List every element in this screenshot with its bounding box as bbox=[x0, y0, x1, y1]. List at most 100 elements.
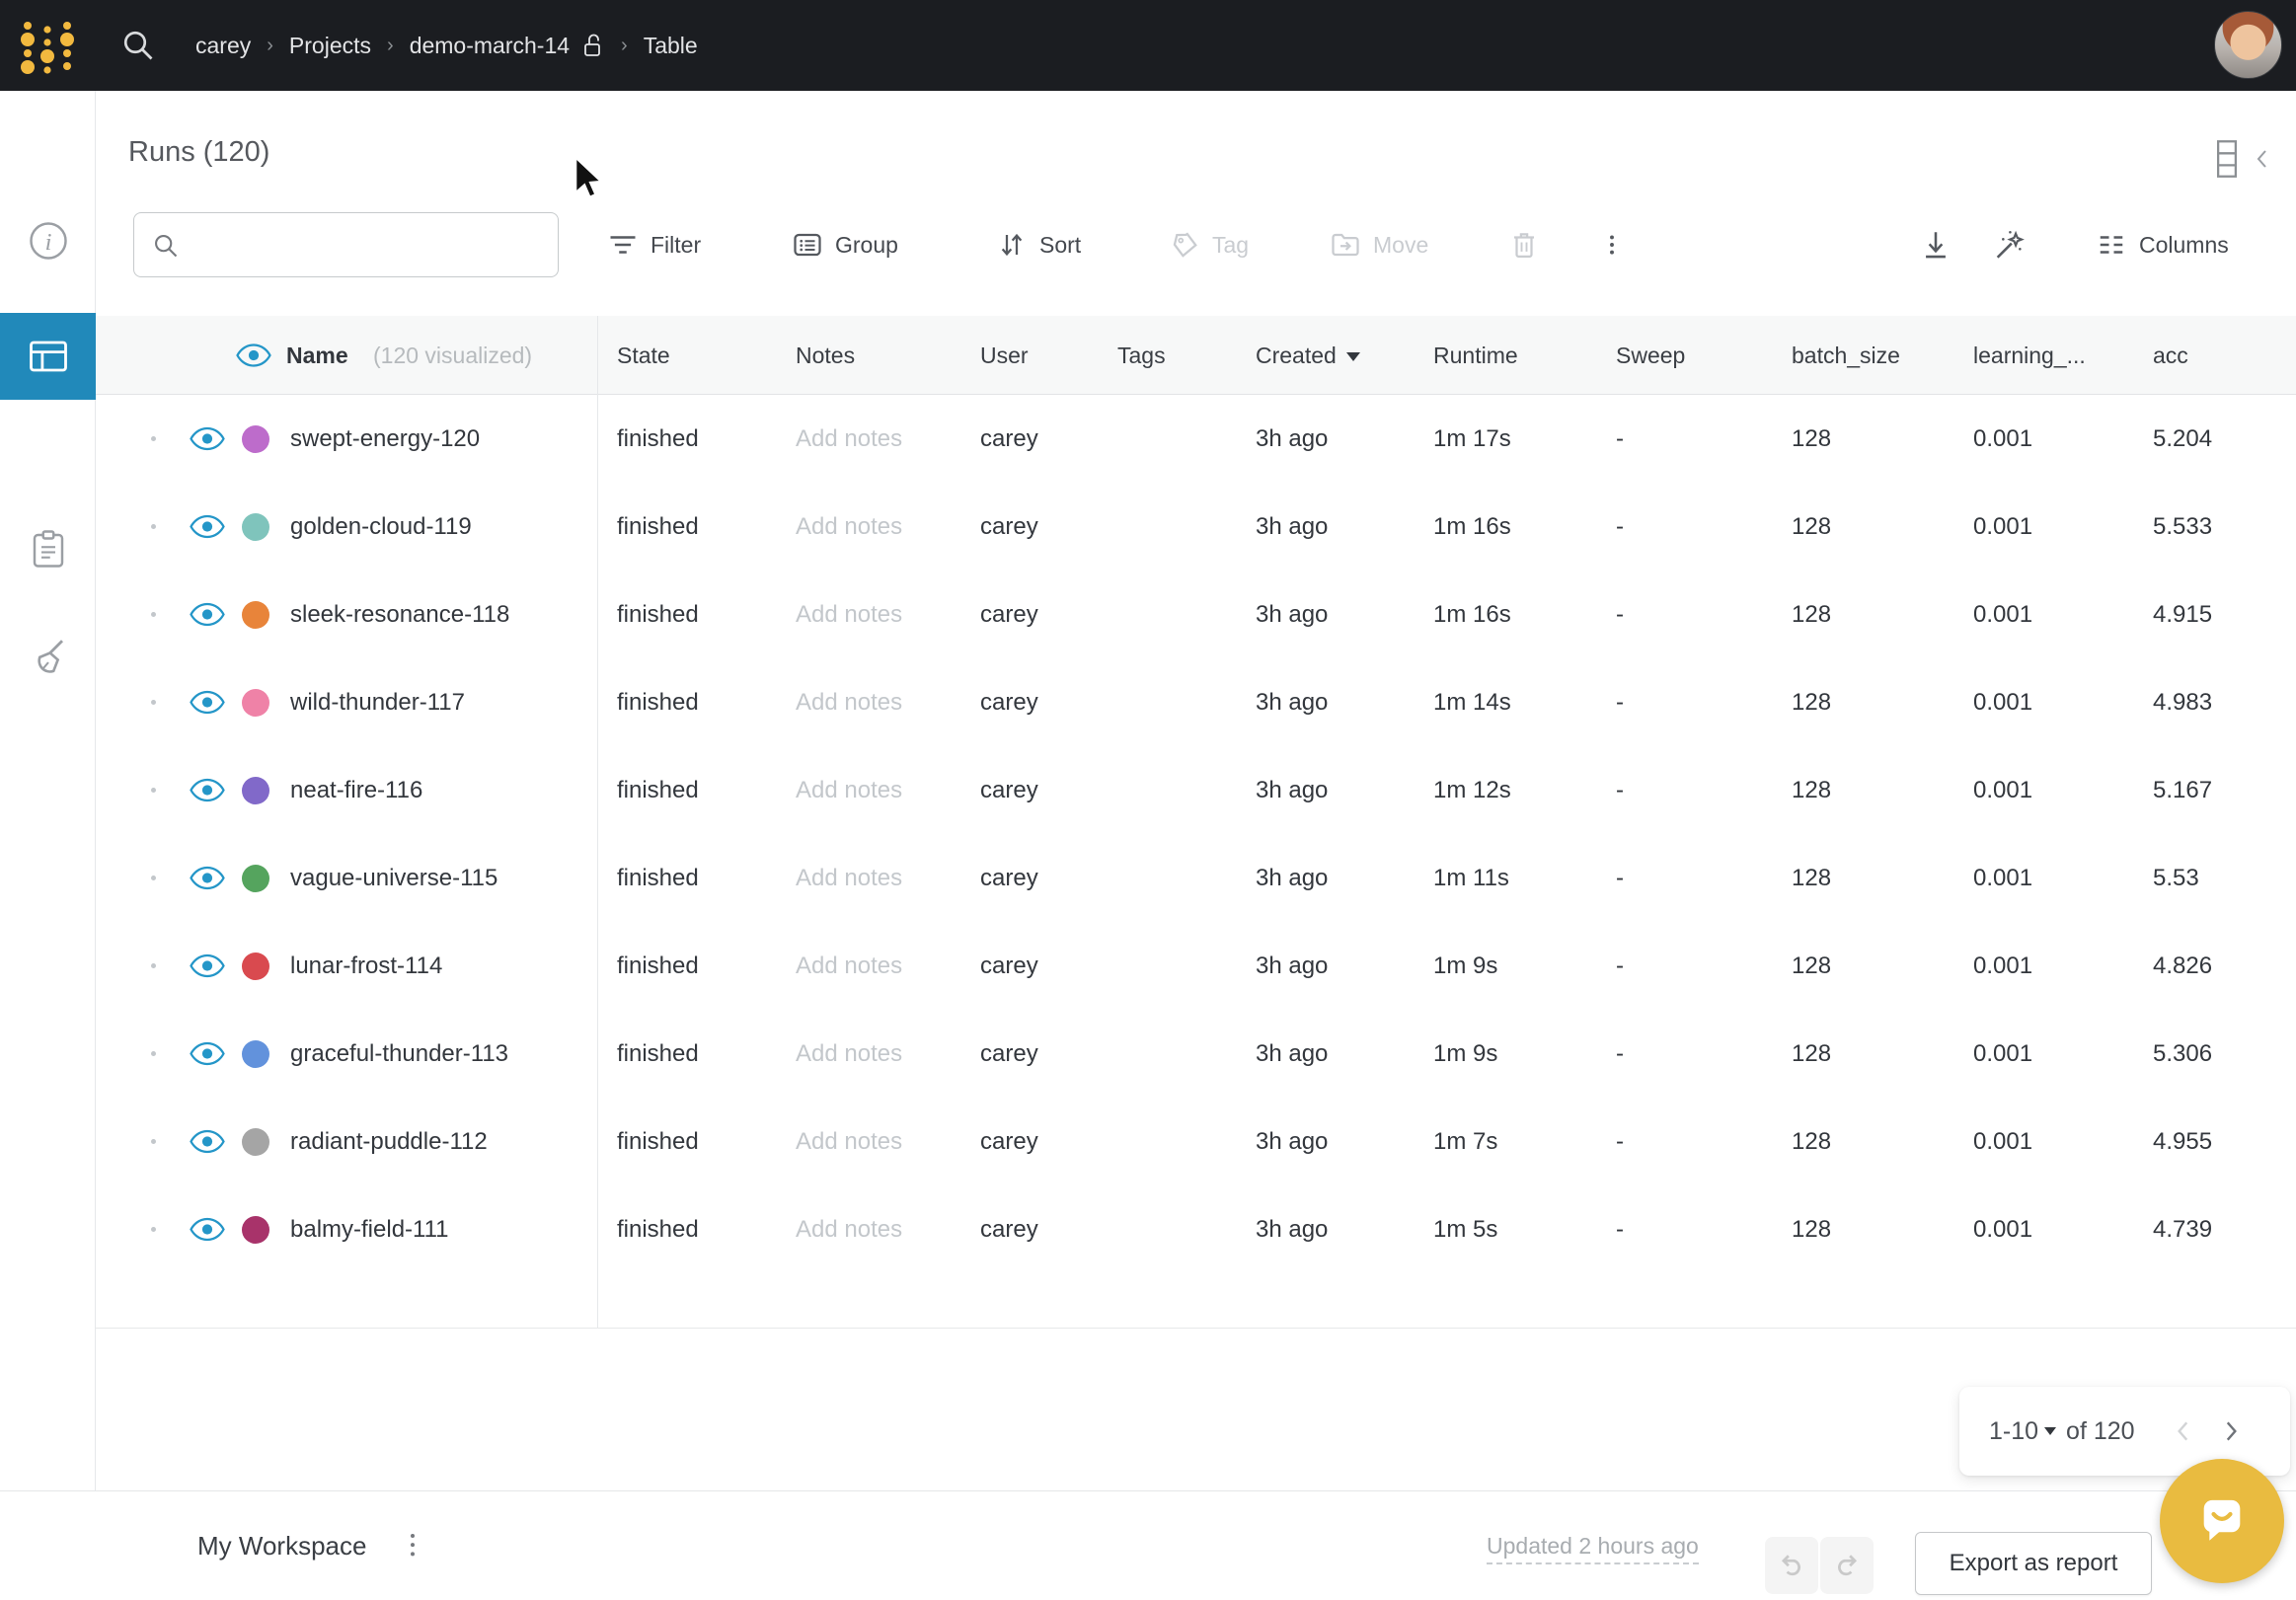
updated-timestamp[interactable]: Updated 2 hours ago bbox=[1487, 1491, 1699, 1600]
panel-stack-icon[interactable] bbox=[2214, 140, 2240, 178]
run-created: 3h ago bbox=[1256, 834, 1328, 922]
run-sweep: - bbox=[1616, 1098, 1624, 1185]
tag-button[interactable]: Tag bbox=[1170, 219, 1249, 270]
avatar[interactable] bbox=[2214, 11, 2282, 79]
sort-button[interactable]: Sort bbox=[997, 219, 1081, 270]
row-drag-handle[interactable] bbox=[151, 1227, 156, 1232]
column-header-learning-rate[interactable]: learning_... bbox=[1973, 316, 2086, 395]
undo-icon bbox=[1777, 1550, 1806, 1579]
run-color-dot bbox=[242, 513, 269, 541]
table-row: golden-cloud-119 finished Add notes care… bbox=[0, 483, 2296, 571]
run-name-link[interactable]: graceful-thunder-113 bbox=[290, 1010, 508, 1098]
columns-button[interactable]: Columns bbox=[2097, 219, 2229, 270]
wandb-logo[interactable] bbox=[16, 16, 79, 75]
row-drag-handle[interactable] bbox=[151, 524, 156, 529]
row-drag-handle[interactable] bbox=[151, 700, 156, 705]
run-name-link[interactable]: sleek-resonance-118 bbox=[290, 571, 509, 658]
run-name-link[interactable]: wild-thunder-117 bbox=[290, 658, 465, 746]
workspace-selector[interactable]: My Workspace bbox=[197, 1491, 366, 1600]
run-learning-rate: 0.001 bbox=[1973, 483, 2032, 571]
move-folder-icon bbox=[1331, 230, 1360, 260]
add-notes-field[interactable]: Add notes bbox=[796, 746, 902, 834]
column-header-name[interactable]: Name bbox=[286, 316, 348, 395]
add-notes-field[interactable]: Add notes bbox=[796, 658, 902, 746]
workspace-kebab-icon[interactable] bbox=[403, 1528, 422, 1563]
row-drag-handle[interactable] bbox=[151, 788, 156, 793]
run-name-link[interactable]: swept-energy-120 bbox=[290, 395, 480, 483]
visualize-eye-icon[interactable] bbox=[190, 1041, 225, 1066]
row-drag-handle[interactable] bbox=[151, 612, 156, 617]
add-notes-field[interactable]: Add notes bbox=[796, 571, 902, 658]
add-notes-field[interactable]: Add notes bbox=[796, 483, 902, 571]
move-button[interactable]: Move bbox=[1331, 219, 1428, 270]
run-user: carey bbox=[980, 571, 1038, 658]
row-drag-handle[interactable] bbox=[151, 1139, 156, 1144]
add-notes-field[interactable]: Add notes bbox=[796, 922, 902, 1010]
visualize-eye-icon[interactable] bbox=[190, 690, 225, 715]
column-header-sweep[interactable]: Sweep bbox=[1616, 316, 1685, 395]
download-button[interactable] bbox=[1919, 219, 1952, 270]
prev-page-icon[interactable] bbox=[2171, 1418, 2196, 1444]
visualize-eye-icon[interactable] bbox=[190, 426, 225, 451]
redo-button[interactable] bbox=[1820, 1537, 1874, 1594]
breadcrumb-projects[interactable]: Projects bbox=[289, 33, 371, 59]
run-name-link[interactable]: balmy-field-111 bbox=[290, 1185, 449, 1273]
run-runtime: 1m 17s bbox=[1433, 395, 1511, 483]
column-header-user[interactable]: User bbox=[980, 316, 1029, 395]
column-header-acc[interactable]: acc bbox=[2153, 316, 2188, 395]
sidebar-item-runs-table[interactable] bbox=[0, 313, 96, 400]
run-runtime: 1m 16s bbox=[1433, 571, 1511, 658]
breadcrumb-separator: › bbox=[387, 35, 394, 57]
visualize-eye-icon[interactable] bbox=[190, 1217, 225, 1242]
add-notes-field[interactable]: Add notes bbox=[796, 834, 902, 922]
add-notes-field[interactable]: Add notes bbox=[796, 1185, 902, 1273]
column-header-created[interactable]: Created bbox=[1256, 316, 1360, 395]
table-bottom-border bbox=[96, 1328, 2296, 1329]
breadcrumb-entity[interactable]: carey bbox=[195, 33, 251, 59]
tag-icon bbox=[1170, 230, 1199, 260]
row-drag-handle[interactable] bbox=[151, 876, 156, 880]
more-actions-button[interactable] bbox=[1599, 219, 1625, 270]
page-range-dropdown[interactable]: 1-10 bbox=[1989, 1417, 2056, 1446]
visualize-eye-icon[interactable] bbox=[190, 778, 225, 802]
add-notes-field[interactable]: Add notes bbox=[796, 1098, 902, 1185]
chevron-left-icon[interactable] bbox=[2251, 146, 2274, 172]
magic-wand-button[interactable] bbox=[1992, 219, 2026, 270]
run-name-link[interactable]: neat-fire-116 bbox=[290, 746, 422, 834]
visualize-all-eye-icon[interactable] bbox=[236, 343, 271, 367]
group-button[interactable]: Group bbox=[793, 219, 898, 270]
delete-button[interactable] bbox=[1509, 219, 1539, 270]
visualize-eye-icon[interactable] bbox=[190, 866, 225, 890]
column-header-batch-size[interactable]: batch_size bbox=[1792, 316, 1900, 395]
column-header-state[interactable]: State bbox=[617, 316, 670, 395]
run-name-link[interactable]: golden-cloud-119 bbox=[290, 483, 472, 571]
row-drag-handle[interactable] bbox=[151, 963, 156, 968]
run-name-link[interactable]: vague-universe-115 bbox=[290, 834, 497, 922]
row-drag-handle[interactable] bbox=[151, 436, 156, 441]
run-name-link[interactable]: radiant-puddle-112 bbox=[290, 1098, 488, 1185]
visualize-eye-icon[interactable] bbox=[190, 602, 225, 627]
row-drag-handle[interactable] bbox=[151, 1051, 156, 1056]
add-notes-field[interactable]: Add notes bbox=[796, 1010, 902, 1098]
column-header-notes[interactable]: Notes bbox=[796, 316, 855, 395]
breadcrumb-table[interactable]: Table bbox=[644, 33, 698, 59]
undo-button[interactable] bbox=[1765, 1537, 1818, 1594]
visualize-eye-icon[interactable] bbox=[190, 953, 225, 978]
sidebar-item-overview[interactable]: i bbox=[0, 197, 96, 284]
column-header-tags[interactable]: Tags bbox=[1117, 316, 1166, 395]
filter-button[interactable]: Filter bbox=[608, 219, 701, 270]
run-name-link[interactable]: lunar-frost-114 bbox=[290, 922, 442, 1010]
next-page-icon[interactable] bbox=[2218, 1418, 2244, 1444]
export-as-report-button[interactable]: Export as report bbox=[1915, 1532, 2152, 1595]
breadcrumb-project[interactable]: demo-march-14 bbox=[410, 33, 570, 59]
column-header-runtime[interactable]: Runtime bbox=[1433, 316, 1518, 395]
breadcrumb-separator: › bbox=[267, 35, 273, 57]
run-user: carey bbox=[980, 395, 1038, 483]
visualize-eye-icon[interactable] bbox=[190, 514, 225, 539]
add-notes-field[interactable]: Add notes bbox=[796, 395, 902, 483]
run-batch-size: 128 bbox=[1792, 571, 1831, 658]
runs-search-input[interactable] bbox=[191, 217, 547, 272]
chat-launcher[interactable] bbox=[2160, 1459, 2284, 1583]
search-icon[interactable] bbox=[120, 28, 156, 63]
visualize-eye-icon[interactable] bbox=[190, 1129, 225, 1154]
